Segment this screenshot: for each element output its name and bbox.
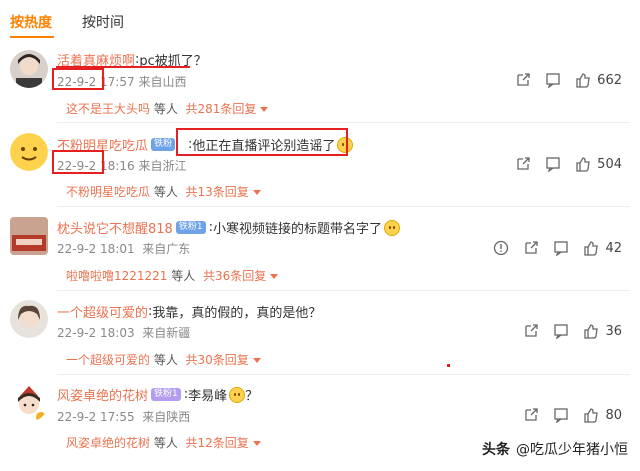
reply-summary[interactable]: 风姿卓绝的花树 等人 共12条回复: [66, 434, 261, 451]
comment-header: 一个超级可爱的: 我靠，真的假的，真的是他？: [57, 302, 322, 321]
comment-date: 22-9-2: [57, 242, 97, 256]
comment-time: 18:01: [100, 242, 135, 256]
comment-username[interactable]: 风姿卓绝的花树: [57, 385, 148, 404]
sort-tabs: 按热度 按时间: [10, 12, 124, 32]
avatar[interactable]: [10, 384, 48, 422]
info-icon[interactable]: [493, 240, 509, 256]
avatar[interactable]: [10, 133, 48, 171]
comment-location: 来自陕西: [142, 410, 191, 424]
reply-summary[interactable]: 这不是王大头吗 等人 共281条回复: [66, 100, 269, 117]
comment-date: 22-9-2: [57, 326, 97, 340]
fan-badge: 铁粉1: [175, 221, 206, 234]
like-count: 80: [605, 407, 622, 423]
comment-divider: [57, 206, 630, 207]
comment-divider: [57, 374, 630, 375]
comment-actions: 36: [509, 323, 622, 339]
comment-meta: 22-9-2 18:03 来自新疆: [57, 324, 190, 341]
share-icon[interactable]: [523, 323, 539, 339]
like-count: 36: [605, 323, 622, 339]
chevron-down-icon: [260, 107, 269, 112]
comment-actions: 662: [501, 72, 622, 88]
active-tab-indicator: [10, 36, 54, 38]
comment-time: 17:55: [100, 410, 135, 424]
reply-summary[interactable]: 不粉明星吃吃瓜 等人 共13条回复: [66, 183, 261, 200]
watermark-account: @吃瓜少年猪小恒: [516, 442, 628, 458]
watermark: 头条 @吃瓜少年猪小恒: [482, 439, 628, 459]
like-icon[interactable]: [583, 323, 599, 339]
comment-time: 18:16: [100, 159, 135, 173]
comment-icon[interactable]: [553, 240, 569, 256]
like-icon[interactable]: [583, 240, 599, 256]
like-count: 42: [605, 240, 622, 256]
comment-text: 小寒视频链接的标题带名字了: [212, 222, 382, 237]
reply-summary[interactable]: 一个超级可爱的 等人 共30条回复: [66, 351, 261, 368]
share-icon[interactable]: [523, 407, 539, 423]
comment-divider: [57, 122, 630, 123]
comment-username[interactable]: 枕头说它不想醒818: [57, 218, 173, 237]
comment-location: 来自广东: [142, 242, 191, 256]
fan-badge: 铁粉: [151, 138, 176, 151]
avatar[interactable]: [10, 300, 48, 338]
comment-divider: [57, 290, 630, 291]
comment-actions: 80: [509, 407, 622, 423]
comment-actions: 42: [479, 240, 622, 256]
comment-username[interactable]: 一个超级可爱的: [57, 302, 148, 321]
tab-sort-by-time[interactable]: 按时间: [82, 12, 124, 32]
like-count: 504: [597, 156, 622, 172]
reply-summary[interactable]: 啦噜啦噜1221221 等人 共36条回复: [66, 267, 279, 284]
share-icon[interactable]: [515, 156, 531, 172]
comment-text: 李易峰: [188, 389, 228, 404]
avatar[interactable]: [10, 217, 48, 255]
chevron-down-icon: [252, 358, 261, 363]
comment-icon[interactable]: [545, 72, 561, 88]
comment-header: 枕头说它不想醒818 铁粉1 : 小寒视频链接的标题带名字了: [57, 218, 400, 237]
comment-location: 来自新疆: [142, 326, 191, 340]
highlight-box: [52, 68, 104, 90]
cat-emoji-icon: [229, 386, 246, 403]
comment-time: 17:57: [100, 75, 135, 89]
comment-text: 我靠，真的假的，真的是他？: [152, 306, 322, 321]
comment-time: 18:03: [100, 326, 135, 340]
comment-header: 风姿卓绝的花树 铁粉1 : 李易峰？: [57, 385, 259, 404]
comment-location: 来自山西: [138, 75, 187, 89]
tab-sort-by-hot[interactable]: 按热度: [10, 12, 52, 32]
highlight-box: [52, 150, 104, 174]
comment-icon[interactable]: [553, 407, 569, 423]
highlight-box: [176, 128, 348, 156]
avatar[interactable]: [10, 50, 48, 88]
share-icon[interactable]: [523, 240, 539, 256]
like-count: 662: [597, 72, 622, 88]
comment-meta: 22-9-2 17:55 来自陕西: [57, 408, 190, 425]
cat-emoji-icon: [383, 219, 400, 236]
stray-mark: [447, 364, 450, 367]
fan-badge: 铁粉1: [151, 388, 181, 401]
chevron-down-icon: [270, 274, 279, 279]
like-icon[interactable]: [575, 72, 591, 88]
comment-meta: 22-9-2 18:01 来自广东: [57, 240, 190, 257]
chevron-down-icon: [252, 441, 261, 446]
share-icon[interactable]: [515, 72, 531, 88]
like-icon[interactable]: [575, 156, 591, 172]
comment-location: 来自浙江: [138, 159, 187, 173]
comment-actions: 504: [501, 156, 622, 172]
toutiao-logo: 头条: [482, 442, 510, 458]
chevron-down-icon: [252, 190, 261, 195]
comment-date: 22-9-2: [57, 410, 97, 424]
comment-icon[interactable]: [553, 323, 569, 339]
comment-icon[interactable]: [545, 156, 561, 172]
like-icon[interactable]: [583, 407, 599, 423]
